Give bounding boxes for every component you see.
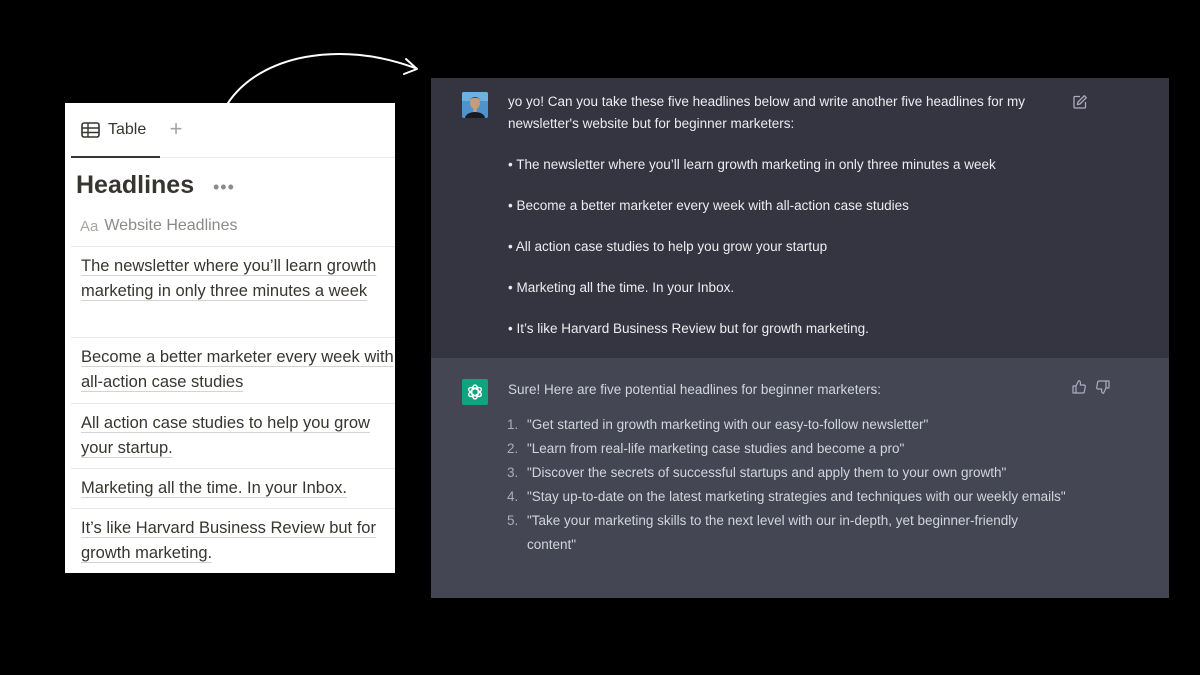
openai-logo-icon [462, 379, 488, 405]
chatgpt-conversation: yo yo! Can you take these five headlines… [431, 78, 1169, 598]
user-prompt: yo yo! Can you take these five headlines… [508, 94, 1026, 131]
ellipsis-icon[interactable]: ••• [213, 177, 235, 198]
thumbs-up-icon[interactable] [1071, 379, 1087, 395]
row-title[interactable]: The newsletter where you’ll learn growth… [81, 254, 395, 304]
headline-list: 1. "Get started in growth marketing with … [507, 413, 1068, 557]
row-title[interactable]: Become a better marketer every week with… [81, 345, 395, 395]
user-bullet: • It’s like Harvard Business Review but … [508, 321, 869, 336]
assistant-intro: Sure! Here are five potential headlines … [508, 382, 881, 397]
user-bullet: • All action case studies to help you gr… [508, 239, 828, 254]
list-text: "Discover the secrets of successful star… [527, 465, 1007, 480]
row-title[interactable]: It’s like Harvard Business Review but fo… [81, 516, 395, 566]
column-header-label: Website Headlines [104, 217, 238, 234]
assistant-message-text: Sure! Here are five potential headlines … [507, 379, 1068, 557]
list-text: "Take your marketing skills to the next … [527, 513, 1019, 552]
table-row[interactable]: The newsletter where you’ll learn growth… [71, 247, 395, 338]
list-item: 3. "Discover the secrets of successful st… [507, 461, 1068, 485]
user-message: yo yo! Can you take these five headlines… [431, 78, 1169, 358]
tab-table-label: Table [108, 120, 147, 138]
page-title: Headlines [76, 171, 195, 199]
user-bullet: • Marketing all the time. In your Inbox. [508, 280, 735, 295]
column-header-website-headlines[interactable]: Aa Website Headlines [80, 213, 237, 239]
plus-icon[interactable]: + [167, 118, 185, 140]
list-number: 1. [507, 417, 519, 432]
list-item: 5. "Take your marketing skills to the nex… [507, 509, 1068, 557]
table-row[interactable]: Become a better marketer every week with… [71, 338, 395, 404]
table-row[interactable]: It’s like Harvard Business Review but fo… [71, 509, 395, 573]
text-property-icon: Aa [80, 217, 99, 235]
list-text: "Learn from real-life marketing case stu… [527, 441, 905, 456]
user-bullet: • The newsletter where you’ll learn grow… [508, 157, 996, 172]
notion-table-panel: Table + Headlines ••• Aa Website Headlin… [65, 103, 395, 573]
user-message-text: yo yo! Can you take these five headlines… [508, 91, 1048, 340]
table-icon [81, 121, 100, 138]
list-item: 2. "Learn from real-life marketing case s… [507, 437, 1068, 461]
list-number: 5. [507, 513, 519, 528]
tab-table[interactable]: Table [71, 103, 160, 158]
list-number: 2. [507, 441, 519, 456]
list-item: 4. "Stay up-to-date on the latest marketi… [507, 485, 1068, 509]
edit-icon[interactable] [1072, 94, 1088, 110]
curved-arrow-icon [227, 52, 418, 104]
row-title[interactable]: Marketing all the time. In your Inbox. [81, 476, 395, 501]
row-title[interactable]: All action case studies to help you grow… [81, 411, 395, 461]
list-text: "Get started in growth marketing with ou… [527, 417, 929, 432]
list-text: "Stay up-to-date on the latest marketing… [527, 489, 1066, 504]
thumbs-down-icon[interactable] [1095, 379, 1111, 395]
assistant-message: Sure! Here are five potential headlines … [431, 358, 1169, 598]
list-number: 3. [507, 465, 519, 480]
list-number: 4. [507, 489, 519, 504]
user-bullet: • Become a better marketer every week wi… [508, 198, 909, 213]
user-avatar [462, 92, 488, 118]
list-item: 1. "Get started in growth marketing with … [507, 413, 1068, 437]
table-row[interactable]: All action case studies to help you grow… [71, 404, 395, 469]
table-row[interactable]: Marketing all the time. In your Inbox. [71, 469, 395, 509]
